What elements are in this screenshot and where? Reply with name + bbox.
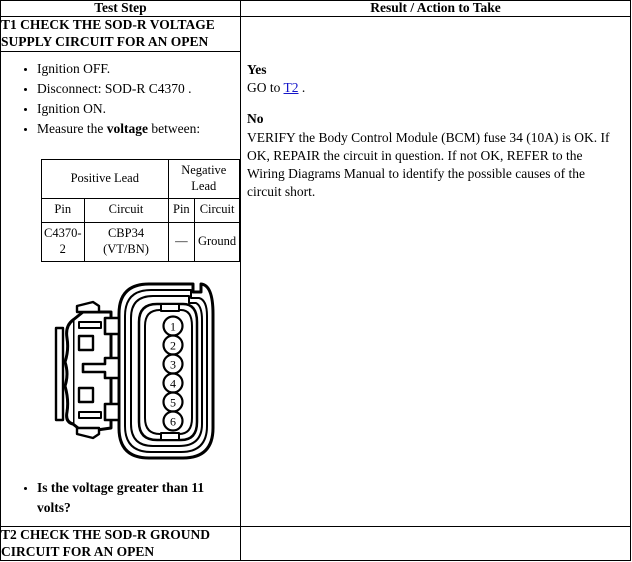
t1-section-title: T1 CHECK THE SOD-R VOLTAGE SUPPLY CIRCUI… (0, 15, 241, 52)
table-row: C4370- 2 CBP34 (VT/BN) — Ground (41, 222, 240, 263)
pin-label-3: 3 (170, 358, 176, 372)
table-row: Pin Circuit Pin Circuit (41, 198, 240, 224)
t2-result-action-cell (240, 525, 631, 562)
pos-circuit-line2: (VT/BN) (103, 241, 149, 256)
list-item: Disconnect: SOD-R C4370 . (37, 79, 234, 98)
measure-bold-voltage: voltage (106, 121, 148, 137)
list-item: Ignition ON. (37, 99, 234, 118)
pos-pin-line2: 2 (59, 241, 66, 256)
result-no-label: No (247, 111, 264, 127)
measure-prefix: Measure the (37, 121, 107, 137)
table-header-row: Test Step Result / Action to Take (0, 0, 631, 17)
result-yes-block: Yes GO to T2 . (247, 61, 622, 97)
t1-title-row: T1 CHECK THE SOD-R VOLTAGE SUPPLY CIRCUI… (0, 15, 631, 527)
cell-negative-pin: — (167, 222, 196, 263)
pin-label-2: 2 (170, 339, 176, 353)
result-yes-label: Yes (247, 61, 267, 77)
list-item: Measure the voltage between: (37, 119, 234, 138)
pos-circuit-line1: CBP34 (107, 226, 145, 241)
list-item: Ignition OFF. (37, 59, 234, 78)
service-procedure-document: Test Step Result / Action to Take T1 CHE… (0, 0, 632, 562)
t1-question-list: Is the voltage greater than 11 volts? (7, 478, 234, 516)
diagnostic-test-table: Test Step Result / Action to Take T1 CHE… (0, 0, 631, 562)
subheader-negative-pin: Pin (167, 198, 196, 224)
list-item-question: Is the voltage greater than 11 volts? (37, 478, 234, 516)
t1-step-list-container: Ignition OFF. Disconnect: SOD-R C4370 . … (1, 52, 240, 144)
cell-negative-circuit: Ground (194, 222, 240, 263)
t1-question-container: Is the voltage greater than 11 volts? (1, 472, 240, 525)
pin-label-6: 6 (170, 415, 176, 429)
result-no-text: VERIFY the Body Control Module (BCM) fus… (247, 129, 610, 200)
t2-section-title: T2 CHECK THE SOD-R GROUND CIRCUIT FOR AN… (0, 525, 241, 562)
pos-pin-line1: C4370- (44, 226, 82, 241)
pin-label-1: 1 (170, 320, 176, 334)
goto-prefix: GO to (247, 80, 284, 96)
pin-label-4: 4 (170, 377, 176, 391)
subheader-positive-circuit: Circuit (83, 198, 169, 224)
link-t2[interactable]: T2 (284, 80, 299, 95)
subheader-negative-circuit: Circuit (194, 198, 240, 224)
t1-result-action-cell: Yes GO to T2 . No VERIFY the Body Contro… (240, 15, 631, 527)
lead-pin-table: Positive Lead Negative Lead Pin Circuit … (41, 159, 241, 263)
t2-title-row: T2 CHECK THE SOD-R GROUND CIRCUIT FOR AN… (0, 525, 631, 562)
group-header-positive-lead: Positive Lead (41, 159, 169, 200)
subheader-positive-pin: Pin (41, 198, 85, 224)
group-header-negative-lead: Negative Lead (167, 159, 241, 200)
goto-suffix: . (298, 80, 306, 96)
connector-illustration-container: 1 2 3 4 5 6 (1, 276, 240, 472)
result-spacer (247, 97, 622, 110)
cell-positive-pin: C4370- 2 (41, 222, 85, 263)
t1-procedure-cell: Ignition OFF. Disconnect: SOD-R C4370 . … (0, 50, 241, 527)
pin-label-5: 5 (170, 396, 176, 410)
result-no-block: No VERIFY the Body Control Module (BCM) … (247, 110, 622, 201)
result-yes-text: GO to T2 . (247, 79, 622, 97)
cell-positive-circuit: CBP34 (VT/BN) (83, 222, 169, 263)
t1-step-list: Ignition OFF. Disconnect: SOD-R C4370 . … (7, 59, 234, 139)
pin-table-container: Positive Lead Negative Lead Pin Circuit … (1, 143, 241, 263)
column-header-test-step: Test Step (0, 0, 241, 17)
table-row: Positive Lead Negative Lead (41, 159, 241, 200)
column-header-result-action: Result / Action to Take (240, 0, 631, 17)
measure-suffix: between: (147, 121, 201, 137)
sod-r-connector-diagram: 1 2 3 4 5 6 (54, 282, 215, 460)
